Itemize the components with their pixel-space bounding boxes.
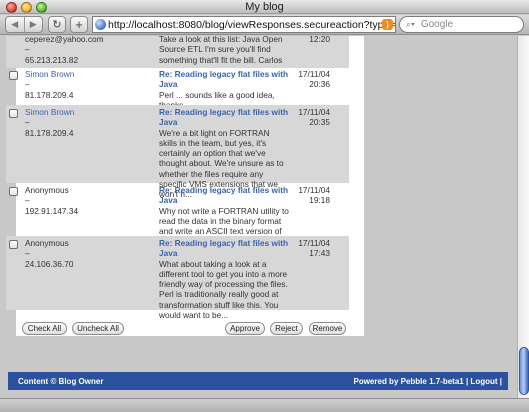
response-author: ceperez@yahoo.com –65.213.213.82 (25, 36, 135, 65)
response-date-day: 17/11/04 (298, 69, 330, 79)
author-ip: 65.213.213.82 (25, 54, 79, 65)
response-row: Anonymous –24.106.36.70 Re: Reading legacy… (6, 236, 349, 320)
response-row: ceperez@yahoo.com –65.213.213.82 Take a lo… (6, 36, 349, 68)
reject-button[interactable]: Reject (270, 322, 303, 335)
response-subject-link[interactable]: Re: Reading legacy flat files with Java (159, 69, 289, 90)
response-row: Anonymous –192.91.147.34 Re: Reading legac… (6, 183, 349, 257)
author-ip: 81.178.209.4 (25, 127, 74, 138)
response-date: 17/11/04 19:18 (294, 185, 330, 206)
page-content: ceperez@yahoo.com –65.213.213.82 Take a lo… (0, 36, 517, 398)
author-separator: – (25, 248, 30, 259)
back-forward-control: ◀ ▶ (5, 16, 43, 33)
author-separator: – (25, 79, 30, 90)
author-ip: 81.178.209.4 (25, 89, 74, 100)
author-name: Anonymous (25, 185, 69, 195)
response-date: 12:20 (294, 36, 330, 44)
response-excerpt: What about taking a look at a different … (159, 258, 288, 321)
response-row: Simon Brown –81.178.209.4 Re: Reading lega… (6, 67, 349, 110)
scrollbar-thumb[interactable] (519, 347, 529, 395)
response-subject-link[interactable]: Re: Reading legacy flat files with Java (159, 185, 289, 206)
response-date: 17/11/04 20:36 (294, 69, 330, 90)
response-date-day: 17/11/04 (298, 107, 330, 117)
back-arrow-icon[interactable]: ◀ (6, 17, 25, 32)
response-author: Anonymous –24.106.36.70 (25, 238, 135, 269)
response-date-day: 17/11/04 (298, 238, 330, 248)
search-field[interactable]: ⌕▾ Google (399, 16, 524, 33)
response-subject-link[interactable]: Re: Reading legacy flat files with Java (159, 107, 289, 128)
approve-button[interactable]: Approve (225, 322, 265, 335)
address-text: http://localhost:8080/blog/viewResponses… (108, 18, 395, 31)
rss-icon[interactable]: ) (382, 19, 393, 30)
author-separator: – (25, 117, 30, 128)
response-checkbox[interactable] (9, 187, 18, 196)
response-row: Simon Brown –81.178.209.4 Re: Reading lega… (6, 105, 349, 199)
response-checkbox[interactable] (9, 240, 18, 249)
response-date: 17/11/04 20:35 (294, 107, 330, 128)
globe-icon (95, 19, 106, 30)
reload-button[interactable]: ↻ (48, 16, 66, 33)
response-excerpt: Take a look at this list: Java Open Sour… (159, 36, 283, 65)
search-icon: ⌕▾ (406, 19, 415, 29)
footer-copyright: Content © Blog Owner (18, 377, 104, 386)
page-viewport: ceperez@yahoo.com –65.213.213.82 Take a lo… (0, 36, 517, 398)
author-name: Anonymous (25, 238, 69, 248)
uncheck-all-button[interactable]: Uncheck All (72, 322, 124, 335)
status-bar (0, 398, 529, 412)
response-subject-link[interactable]: Re: Reading legacy flat files with Java (159, 238, 289, 259)
footer-powered-by[interactable]: Powered by Pebble 1.7-beta1 | Logout | (353, 377, 502, 386)
response-author: Simon Brown –81.178.209.4 (25, 69, 135, 100)
browser-toolbar: ◀ ▶ ↻ + http://localhost:8080/blog/viewR… (0, 15, 529, 35)
response-body: Take a look at this list: Java Open Sour… (159, 36, 289, 65)
response-date-time: 12:20 (309, 36, 330, 44)
address-bar[interactable]: http://localhost:8080/blog/viewResponses… (92, 16, 396, 33)
browser-window: My blog ◀ ▶ ↻ + http://localhost:8080/bl… (0, 0, 529, 412)
response-date-day: 17/11/04 (298, 185, 330, 195)
response-author: Anonymous –192.91.147.34 (25, 185, 135, 216)
response-checkbox[interactable] (9, 109, 18, 118)
response-body: Re: Reading legacy flat files with Java P… (159, 69, 289, 110)
title-bar: My blog (0, 0, 529, 14)
author-separator: – (25, 195, 30, 206)
action-bar: Check All Uncheck All Approve Reject Rem… (22, 322, 348, 336)
author-name[interactable]: Simon Brown (25, 107, 135, 117)
window-title: My blog (245, 1, 284, 13)
response-date-time: 17:43 (309, 248, 330, 259)
response-date-time: 19:18 (309, 195, 330, 206)
author-ip: 192.91.147.34 (25, 205, 79, 216)
author-name[interactable]: Simon Brown (25, 69, 135, 79)
response-body: Re: Reading legacy flat files with Java W… (159, 238, 289, 320)
check-all-button[interactable]: Check All (22, 322, 67, 335)
page-footer: Content © Blog Owner Powered by Pebble 1… (8, 372, 508, 390)
add-bookmark-button[interactable]: + (70, 16, 88, 33)
forward-arrow-icon[interactable]: ▶ (25, 17, 43, 32)
response-date-time: 20:35 (309, 117, 330, 128)
author-ip: 24.106.36.70 (25, 258, 74, 269)
response-date: 17/11/04 17:43 (294, 238, 330, 259)
remove-button[interactable]: Remove (309, 322, 346, 335)
response-date-time: 20:36 (309, 79, 330, 90)
response-author: Simon Brown –81.178.209.4 (25, 107, 135, 138)
response-checkbox[interactable] (9, 71, 18, 80)
author-name: ceperez@yahoo.com (25, 36, 104, 44)
search-placeholder: Google (420, 19, 454, 30)
author-separator: – (25, 44, 30, 55)
vertical-scrollbar[interactable] (517, 36, 529, 398)
